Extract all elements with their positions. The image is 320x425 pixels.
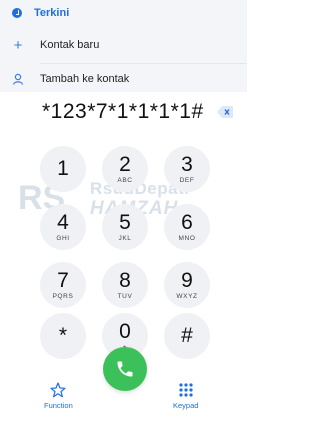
key-letters: ABC	[117, 177, 133, 184]
key-letters: GHI	[56, 235, 70, 242]
key-digit: 1	[57, 156, 69, 180]
key-digit: 3	[181, 153, 193, 176]
key-hash[interactable]: #	[164, 313, 210, 359]
key-6[interactable]: 6 MNO	[164, 204, 210, 250]
key-digit: *	[58, 323, 68, 347]
key-digit: #	[181, 323, 193, 347]
key-digit: 7	[57, 269, 69, 292]
key-8[interactable]: 8 TUV	[102, 262, 148, 308]
key-star[interactable]: *	[40, 313, 86, 359]
key-letters: MNO	[178, 235, 196, 242]
star-icon	[50, 382, 66, 398]
key-1[interactable]: 1	[40, 146, 86, 192]
key-4[interactable]: 4 GHI	[40, 204, 86, 250]
key-letters: DEF	[179, 177, 195, 184]
keypad-toggle-button[interactable]: Keypad	[173, 382, 198, 410]
key-digit: 8	[119, 269, 131, 292]
function-label: Function	[44, 401, 73, 410]
key-letters: TUV	[117, 293, 133, 300]
keypad-grid-icon	[179, 383, 193, 397]
key-3[interactable]: 3 DEF	[164, 146, 210, 192]
key-digit: 9	[181, 269, 193, 292]
key-digit: 2	[119, 153, 131, 176]
key-5[interactable]: 5 JKL	[102, 204, 148, 250]
key-digit: 6	[181, 211, 193, 234]
keypad-label: Keypad	[173, 401, 199, 410]
key-letters: JKL	[118, 235, 132, 242]
key-digit: 0	[119, 320, 131, 343]
phone-icon	[117, 361, 133, 377]
key-2[interactable]: 2 ABC	[102, 146, 148, 192]
call-button[interactable]	[103, 347, 147, 391]
key-7[interactable]: 7 PQRS	[40, 262, 86, 308]
key-digit: 5	[119, 211, 131, 234]
key-9[interactable]: 9 WXYZ	[164, 262, 210, 308]
key-letters: WXYZ	[176, 293, 198, 300]
key-letters: PQRS	[52, 293, 74, 300]
key-digit: 4	[57, 211, 69, 234]
function-button[interactable]: Function	[44, 382, 73, 410]
